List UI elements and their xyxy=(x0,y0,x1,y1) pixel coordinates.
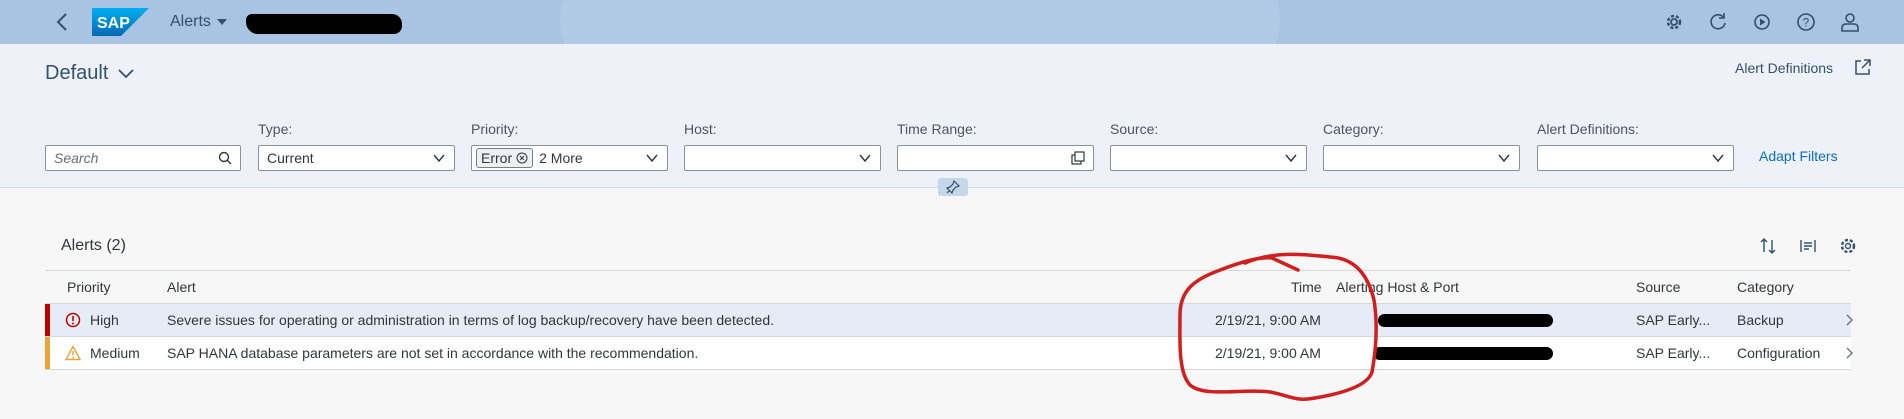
chevron-down-icon[interactable] xyxy=(1497,151,1511,165)
column-category[interactable]: Category xyxy=(1737,279,1794,295)
app-title: Alerts xyxy=(170,13,211,30)
alert-definitions-link[interactable]: Alert Definitions xyxy=(1735,60,1833,76)
pin-icon xyxy=(946,180,960,194)
time-value: 2/19/21, 9:00 AM xyxy=(1215,312,1321,328)
category-value: Backup xyxy=(1737,312,1784,328)
warning-icon xyxy=(65,345,81,361)
chevron-down-icon[interactable] xyxy=(1711,151,1725,165)
shell-bar: SAP Alerts ? xyxy=(0,0,1904,44)
priority-multiselect[interactable]: Error 2 More xyxy=(471,145,668,171)
shell-decoration xyxy=(560,0,1280,44)
help-icon[interactable]: ? xyxy=(1795,11,1817,33)
priority-more[interactable]: 2 More xyxy=(539,150,583,166)
source-select[interactable] xyxy=(1110,145,1307,171)
redacted-system-name xyxy=(246,14,402,34)
redacted-host xyxy=(1378,314,1553,327)
column-time[interactable]: Time xyxy=(1291,279,1322,295)
chevron-down-icon xyxy=(118,68,135,78)
svg-text:SAP: SAP xyxy=(97,15,130,32)
type-select[interactable]: Current xyxy=(258,145,455,171)
chevron-down-icon[interactable] xyxy=(432,151,446,165)
pin-header-button[interactable] xyxy=(938,178,968,196)
user-icon[interactable] xyxy=(1839,11,1861,33)
value-help-icon[interactable] xyxy=(1071,151,1085,165)
table-header-row: Priority Alert Time Alerting Host & Port… xyxy=(45,270,1851,304)
priority-token[interactable]: Error xyxy=(476,148,534,168)
chevron-right-icon[interactable] xyxy=(1843,313,1855,327)
time-range-input[interactable] xyxy=(897,145,1094,171)
variant-name: Default xyxy=(45,62,109,84)
chevron-down-icon[interactable] xyxy=(1284,151,1298,165)
chevron-down-icon[interactable] xyxy=(858,151,872,165)
error-icon xyxy=(65,312,81,328)
column-alerting-host[interactable]: Alerting Host & Port xyxy=(1336,279,1459,295)
alert-text: SAP HANA database parameters are not set… xyxy=(167,345,699,361)
search-input[interactable]: Search xyxy=(45,145,241,171)
svg-text:?: ? xyxy=(1803,16,1810,30)
priority-value: High xyxy=(90,312,119,328)
adapt-filters-button[interactable]: Adapt Filters xyxy=(1759,148,1838,164)
table-row[interactable]: High Severe issues for operating or admi… xyxy=(45,304,1853,337)
refresh-icon[interactable] xyxy=(1707,11,1729,33)
priority-stripe-medium xyxy=(45,337,50,369)
alert-definitions-select[interactable] xyxy=(1537,145,1734,171)
alert-definitions-label: Alert Definitions: xyxy=(1537,121,1639,137)
source-value: SAP Early... xyxy=(1636,345,1711,361)
host-select[interactable] xyxy=(684,145,881,171)
priority-label: Priority: xyxy=(471,121,519,137)
remove-token-icon[interactable] xyxy=(516,152,528,164)
filter-header: Default Alert Definitions Search Type: C… xyxy=(0,44,1904,196)
open-external-icon[interactable] xyxy=(1853,57,1873,77)
host-label: Host: xyxy=(684,121,717,137)
play-icon[interactable] xyxy=(1751,11,1773,33)
back-icon[interactable] xyxy=(52,11,74,33)
priority-token-label: Error xyxy=(481,150,513,166)
type-value: Current xyxy=(267,150,314,166)
source-label: Source: xyxy=(1110,121,1159,137)
priority-value: Medium xyxy=(90,345,140,361)
search-icon[interactable] xyxy=(218,151,232,165)
alert-text: Severe issues for operating or administr… xyxy=(167,312,774,328)
table-settings-icon[interactable] xyxy=(1838,236,1858,256)
sap-logo[interactable]: SAP xyxy=(92,8,149,36)
source-value: SAP Early... xyxy=(1636,312,1711,328)
column-alert[interactable]: Alert xyxy=(167,279,196,295)
column-source[interactable]: Source xyxy=(1636,279,1680,295)
table-row[interactable]: Medium SAP HANA database parameters are … xyxy=(45,337,1853,370)
app-title-menu[interactable]: Alerts xyxy=(170,13,227,31)
search-placeholder: Search xyxy=(54,150,99,166)
category-value: Configuration xyxy=(1737,345,1821,361)
caret-down-icon xyxy=(216,19,227,25)
time-value: 2/19/21, 9:00 AM xyxy=(1215,345,1321,361)
settings-gear-icon[interactable] xyxy=(1663,11,1685,33)
group-icon[interactable] xyxy=(1798,236,1818,256)
time-range-label: Time Range: xyxy=(897,121,977,137)
priority-stripe-high xyxy=(45,304,50,336)
chevron-down-icon[interactable] xyxy=(645,151,659,165)
chevron-right-icon[interactable] xyxy=(1843,346,1855,360)
type-label: Type: xyxy=(258,121,293,137)
table-title: Alerts (2) xyxy=(61,237,126,254)
sort-icon[interactable] xyxy=(1758,236,1778,256)
redacted-host xyxy=(1373,347,1553,360)
category-label: Category: xyxy=(1323,121,1384,137)
category-select[interactable] xyxy=(1323,145,1520,171)
column-priority[interactable]: Priority xyxy=(67,279,111,295)
variant-selector[interactable]: Default xyxy=(45,62,135,85)
